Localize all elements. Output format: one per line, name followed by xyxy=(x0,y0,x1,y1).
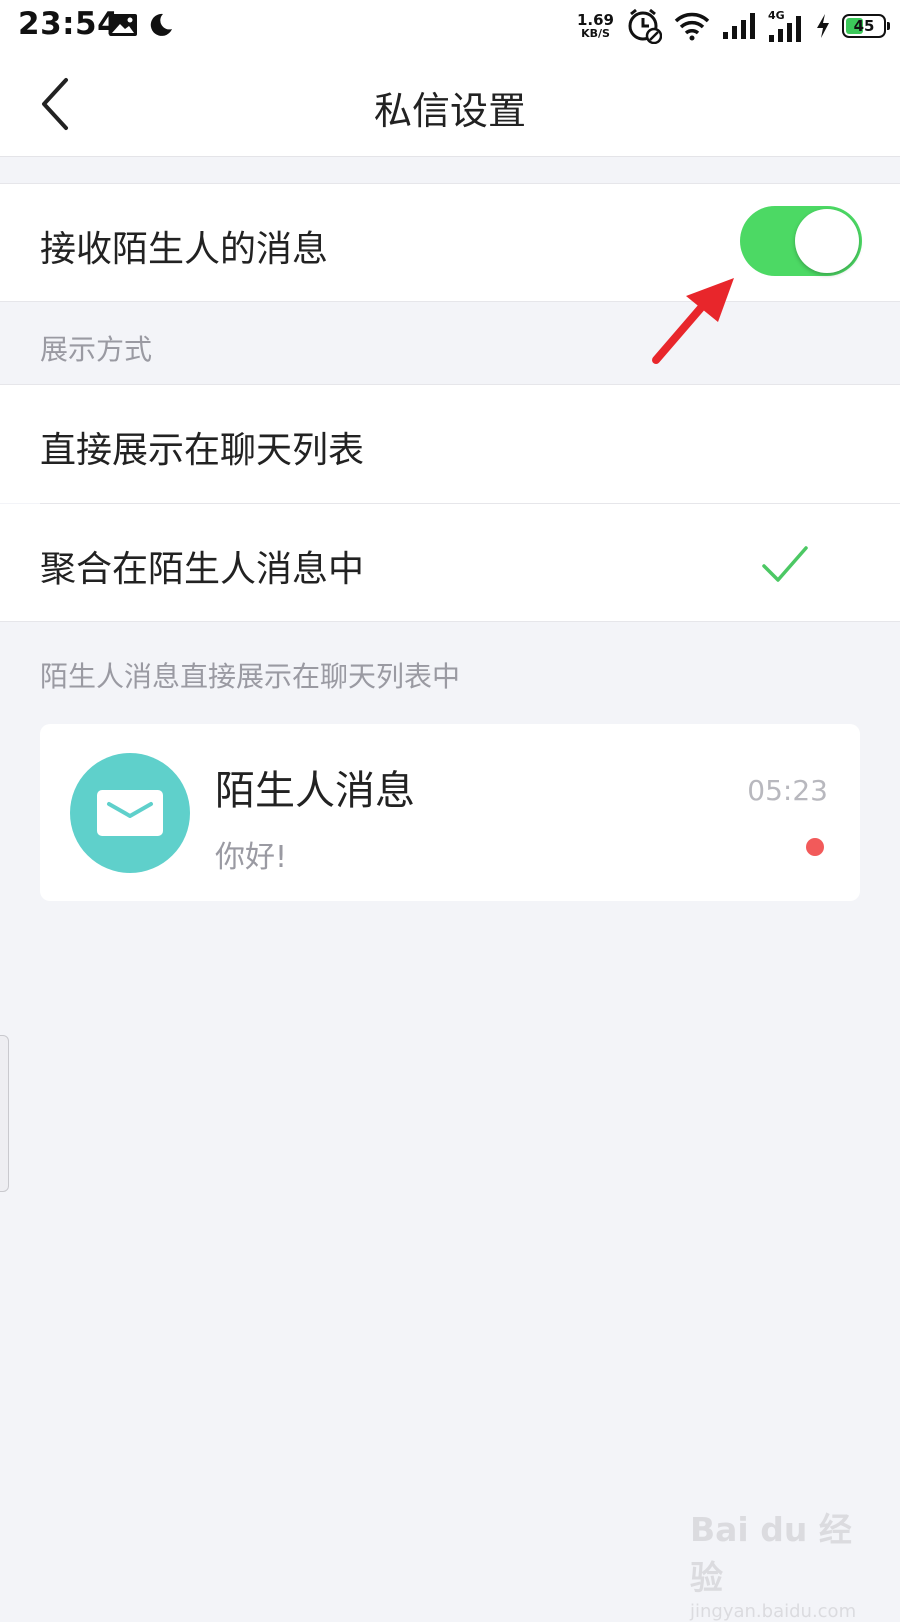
status-time: 23:54 xyxy=(18,6,120,42)
display-option-aggregate[interactable]: 聚合在陌生人消息中 xyxy=(0,504,900,622)
page-title: 私信设置 xyxy=(373,89,526,133)
annotation-arrow xyxy=(652,278,734,364)
receive-strangers-label: 接收陌生人的消息 xyxy=(40,229,329,270)
display-option-label: 直接展示在聊天列表 xyxy=(40,430,365,471)
status-bar: 23:54 1.69 KB/S 4G 45 xyxy=(0,0,900,52)
unread-dot xyxy=(806,838,824,856)
battery-icon: 45 xyxy=(842,14,890,38)
watermark-logo: Bai du 经验 xyxy=(690,1510,852,1597)
signal-icon xyxy=(723,13,755,39)
display-option-direct[interactable]: 直接展示在聊天列表 xyxy=(0,384,900,503)
network-speed: 1.69 KB/S xyxy=(576,10,614,40)
stranger-message-preview: 陌生人消息 你好! 05:23 xyxy=(40,724,860,901)
avatar xyxy=(70,753,190,873)
watermark: Bai du 经验 jingyan.baidu.com xyxy=(690,1503,860,1622)
edge-handle[interactable] xyxy=(0,1035,9,1192)
envelope-icon xyxy=(97,790,163,836)
moon-icon xyxy=(150,13,172,36)
checkmark-icon xyxy=(762,546,808,582)
display-section-label: 展示方式 xyxy=(40,333,153,366)
charging-icon xyxy=(817,14,829,38)
toggle-knob xyxy=(795,209,859,273)
watermark-url: jingyan.baidu.com xyxy=(690,1601,857,1622)
preview-time: 05:23 xyxy=(747,774,828,807)
footer-note: 陌生人消息直接展示在聊天列表中 xyxy=(40,660,461,693)
nav-bar: 私信设置 xyxy=(0,52,900,157)
image-icon xyxy=(109,14,137,36)
signal-4g-icon: 4G xyxy=(768,9,804,43)
receive-strangers-toggle[interactable] xyxy=(740,206,862,276)
display-option-label: 聚合在陌生人消息中 xyxy=(40,549,365,590)
preview-message: 你好! xyxy=(215,840,288,875)
alarm-icon xyxy=(628,8,662,44)
wifi-icon xyxy=(674,12,710,41)
receive-strangers-row: 接收陌生人的消息 xyxy=(0,183,900,302)
preview-title: 陌生人消息 xyxy=(215,768,415,814)
